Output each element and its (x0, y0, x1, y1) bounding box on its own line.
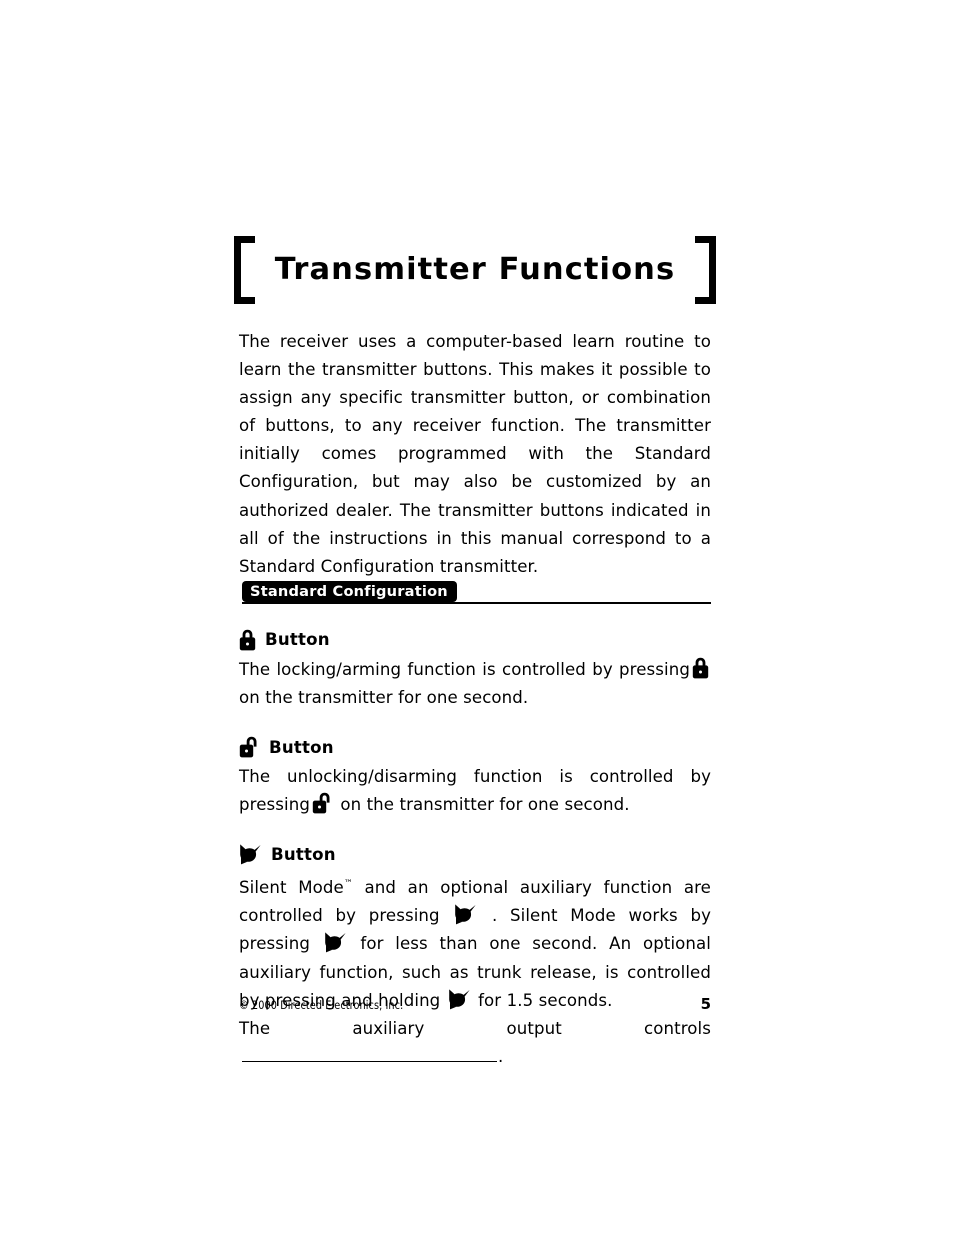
lock-text-after: on the transmitter for one second. (239, 687, 529, 707)
section-banner-rule (242, 601, 711, 604)
copyright-notice: © 2000 Directed Electronics, Inc. (239, 998, 404, 1012)
page-content: Transmitter Functions The receiver uses … (233, 228, 717, 1071)
page-number: 5 (700, 995, 711, 1013)
section-banner: Standard Configuration (239, 580, 711, 607)
aux-output-line: The auxiliary output controls. (239, 1015, 711, 1071)
lock-icon-inline (692, 657, 709, 679)
unlock-icon-inline (312, 792, 333, 814)
page-footer: © 2000 Directed Electronics, Inc. 5 (239, 995, 711, 1013)
right-bracket-decoration (695, 236, 717, 304)
aux-icon (239, 844, 262, 865)
subsection-lock-label: Button (265, 630, 330, 650)
subsection-unlock-label: Button (269, 737, 334, 757)
trademark-symbol: ™ (343, 879, 353, 890)
document-page: Transmitter Functions The receiver uses … (0, 0, 954, 1235)
page-title: Transmitter Functions (274, 251, 676, 287)
subsection-unlock-heading: Button (239, 734, 711, 760)
subsection-aux-label: Button (271, 844, 336, 864)
subsection-lock-text: The locking/arming function is controlle… (239, 656, 711, 712)
subsection-aux-heading: Button (239, 841, 711, 867)
aux-icon-inline-1 (454, 904, 477, 925)
unlock-text-after: on the transmitter for one second. (340, 795, 630, 815)
lock-icon (239, 629, 256, 651)
aux-output-blank-field[interactable] (242, 1046, 497, 1062)
page-title-block: Transmitter Functions (233, 228, 717, 312)
intro-paragraph: The receiver uses a computer-based learn… (239, 332, 711, 576)
subsection-aux-text: Silent Mode™ and an optional auxiliary f… (239, 870, 711, 1014)
subsection-lock: Button The locking/arming function is co… (239, 627, 711, 712)
silent-mode-name: Silent Mode (239, 878, 344, 898)
unlock-icon (239, 736, 260, 758)
aux-icon-inline-2 (324, 932, 347, 953)
subsection-lock-heading: Button (239, 627, 711, 653)
aux-output-label: The auxiliary output controls (239, 1018, 711, 1038)
aux-output-period: . (498, 1046, 504, 1066)
section-banner-label: Standard Configuration (242, 580, 457, 602)
left-bracket-decoration (233, 236, 255, 304)
subsection-aux: Button Silent Mode™ and an optional auxi… (239, 841, 711, 1071)
subsection-unlock-text: The unlocking/disarming function is cont… (239, 763, 711, 819)
subsection-unlock: Button The unlocking/disarming function … (239, 734, 711, 819)
lock-text-before: The locking/arming function is controlle… (239, 659, 690, 679)
